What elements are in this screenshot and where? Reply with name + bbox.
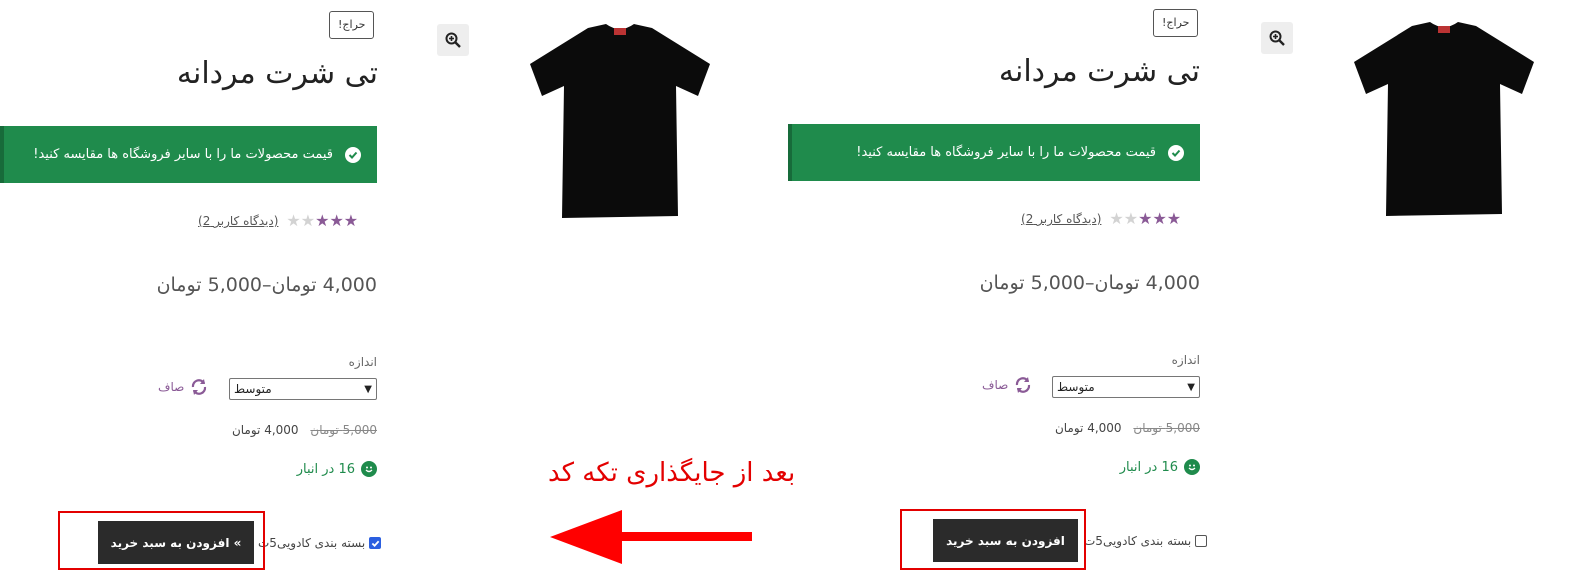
highlight-box [58,511,265,570]
highlight-box [900,509,1086,570]
stock-text: 16 در انبار [296,461,355,477]
clear-link[interactable]: صاف [158,378,208,396]
gift-wrap-label: بسته بندی کادویی5ت [258,536,366,550]
smiley-icon [1184,459,1200,475]
star-rating: ★ ★ ★ ★ ★ [286,213,358,229]
size-select-value: متوسط [234,382,272,396]
size-select[interactable]: ▼ متوسط [229,378,377,400]
notice-banner: قیمت محصولات ما را با سایر فروشگاه ها مق… [0,126,377,183]
gift-wrap-checkbox[interactable] [1195,535,1208,547]
product-image[interactable] [1352,20,1536,220]
notice-text: قیمت محصولات ما را با سایر فروشگاه ها مق… [33,147,333,162]
stock-text: 16 در انبار [1119,459,1178,475]
stock-status: 16 در انبار [1120,459,1200,475]
size-select-value: متوسط [1057,380,1095,394]
product-image[interactable] [528,22,712,222]
old-price: 5,000 تومان [310,423,377,437]
arrow-left-icon [550,510,752,564]
refresh-icon [1016,377,1031,393]
gift-wrap-option[interactable]: بسته بندی کادویی5ت [1084,534,1208,548]
review-link[interactable]: (دیدگاه کاربر 2) [198,214,278,228]
smiley-icon [361,461,377,477]
sale-badge: حراج! [1153,9,1199,37]
star-icon: ★ [1109,209,1124,228]
chevron-down-icon: ▼ [1187,381,1195,393]
gift-wrap-checkbox[interactable] [369,537,382,549]
clear-link[interactable]: صاف [982,376,1032,394]
star-icon: ★ [1138,209,1153,228]
notice-text: قیمت محصولات ما را با سایر فروشگاه ها مق… [856,145,1156,160]
product-panel-before: حراج! تی شرت مردانه قیمت محصولات ما را ب… [788,0,1582,580]
new-price: 4,000 تومان [1054,421,1122,435]
product-title: تی شرت مردانه [998,54,1200,89]
review-link[interactable]: (دیدگاه کاربر 2) [1021,212,1101,226]
new-price: 4,000 تومان [231,423,299,437]
chevron-down-icon: ▼ [364,383,372,395]
old-price: 5,000 تومان [1133,421,1200,435]
gift-wrap-label: بسته بندی کادویی5ت [1084,534,1192,548]
star-icon: ★ [1166,209,1182,228]
star-icon: ★ [286,211,301,230]
product-title: تی شرت مردانه [176,56,378,91]
star-icon: ★ [1152,209,1167,228]
clear-label: صاف [158,380,185,394]
star-icon: ★ [1123,209,1139,228]
star-rating: ★ ★ ★ ★ ★ [1109,211,1181,227]
check-circle-icon [1168,144,1184,161]
variation-price: 5,000 تومان 4,000 تومان [1055,421,1200,435]
variation-price: 5,000 تومان 4,000 تومان [232,423,377,437]
size-select[interactable]: ▼ متوسط [1052,376,1200,398]
price-range: 4,000 تومان–5,000 تومان [156,274,377,296]
gift-wrap-option[interactable]: بسته بندی کادویی5ت [258,536,382,550]
zoom-button[interactable] [1261,22,1293,54]
star-icon: ★ [343,211,359,230]
rating: (دیدگاه کاربر 2) ★ ★ ★ ★ ★ [1021,211,1181,227]
product-panel-after: حراج! تی شرت مردانه قیمت محصولات ما را ب… [0,0,800,580]
rating: (دیدگاه کاربر 2) ★ ★ ★ ★ ★ [198,213,358,229]
check-circle-icon [345,146,361,163]
zoom-in-icon [445,32,461,48]
clear-label: صاف [982,378,1009,392]
annotation-caption: بعد از جایگذاری تکه کد [548,458,796,488]
zoom-in-icon [1269,30,1285,46]
star-icon: ★ [315,211,330,230]
notice-banner: قیمت محصولات ما را با سایر فروشگاه ها مق… [788,124,1200,181]
zoom-button[interactable] [437,24,469,56]
refresh-icon [192,379,207,395]
star-icon: ★ [300,211,316,230]
sale-badge: حراج! [329,11,375,39]
stock-status: 16 در انبار [297,461,377,477]
size-label: اندازه [348,355,377,369]
star-icon: ★ [329,211,344,230]
price-range: 4,000 تومان–5,000 تومان [979,272,1200,294]
size-label: اندازه [1171,353,1200,367]
